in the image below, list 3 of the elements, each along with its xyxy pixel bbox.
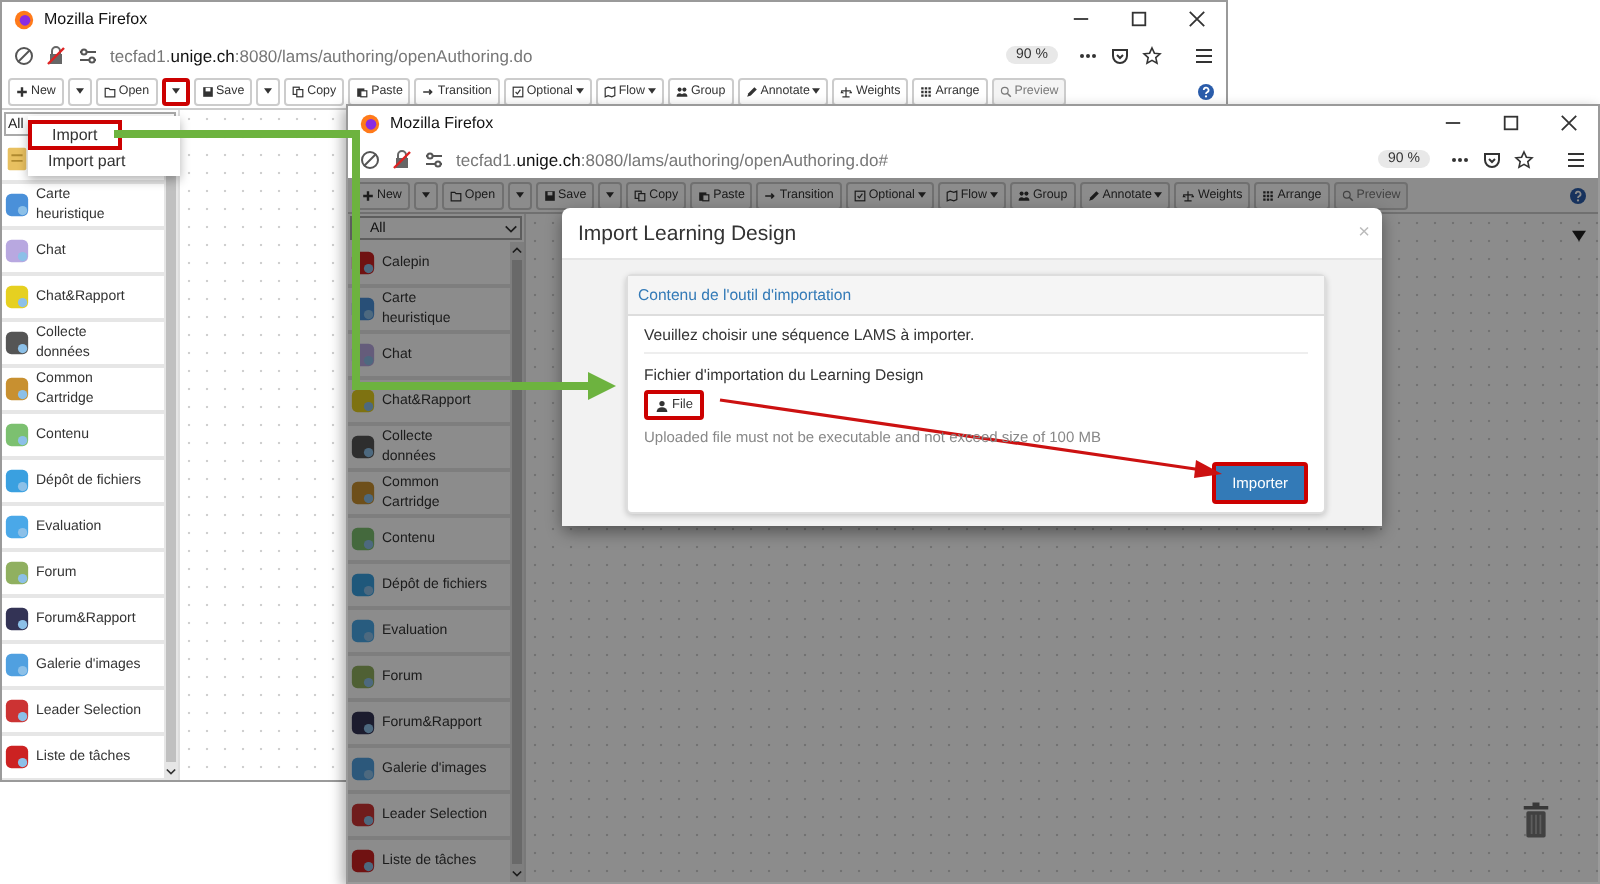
dialog-title: Import Learning Design xyxy=(578,221,797,245)
window-title: Mozilla Firefox xyxy=(44,10,148,28)
window-title: Mozilla Firefox xyxy=(390,114,494,132)
